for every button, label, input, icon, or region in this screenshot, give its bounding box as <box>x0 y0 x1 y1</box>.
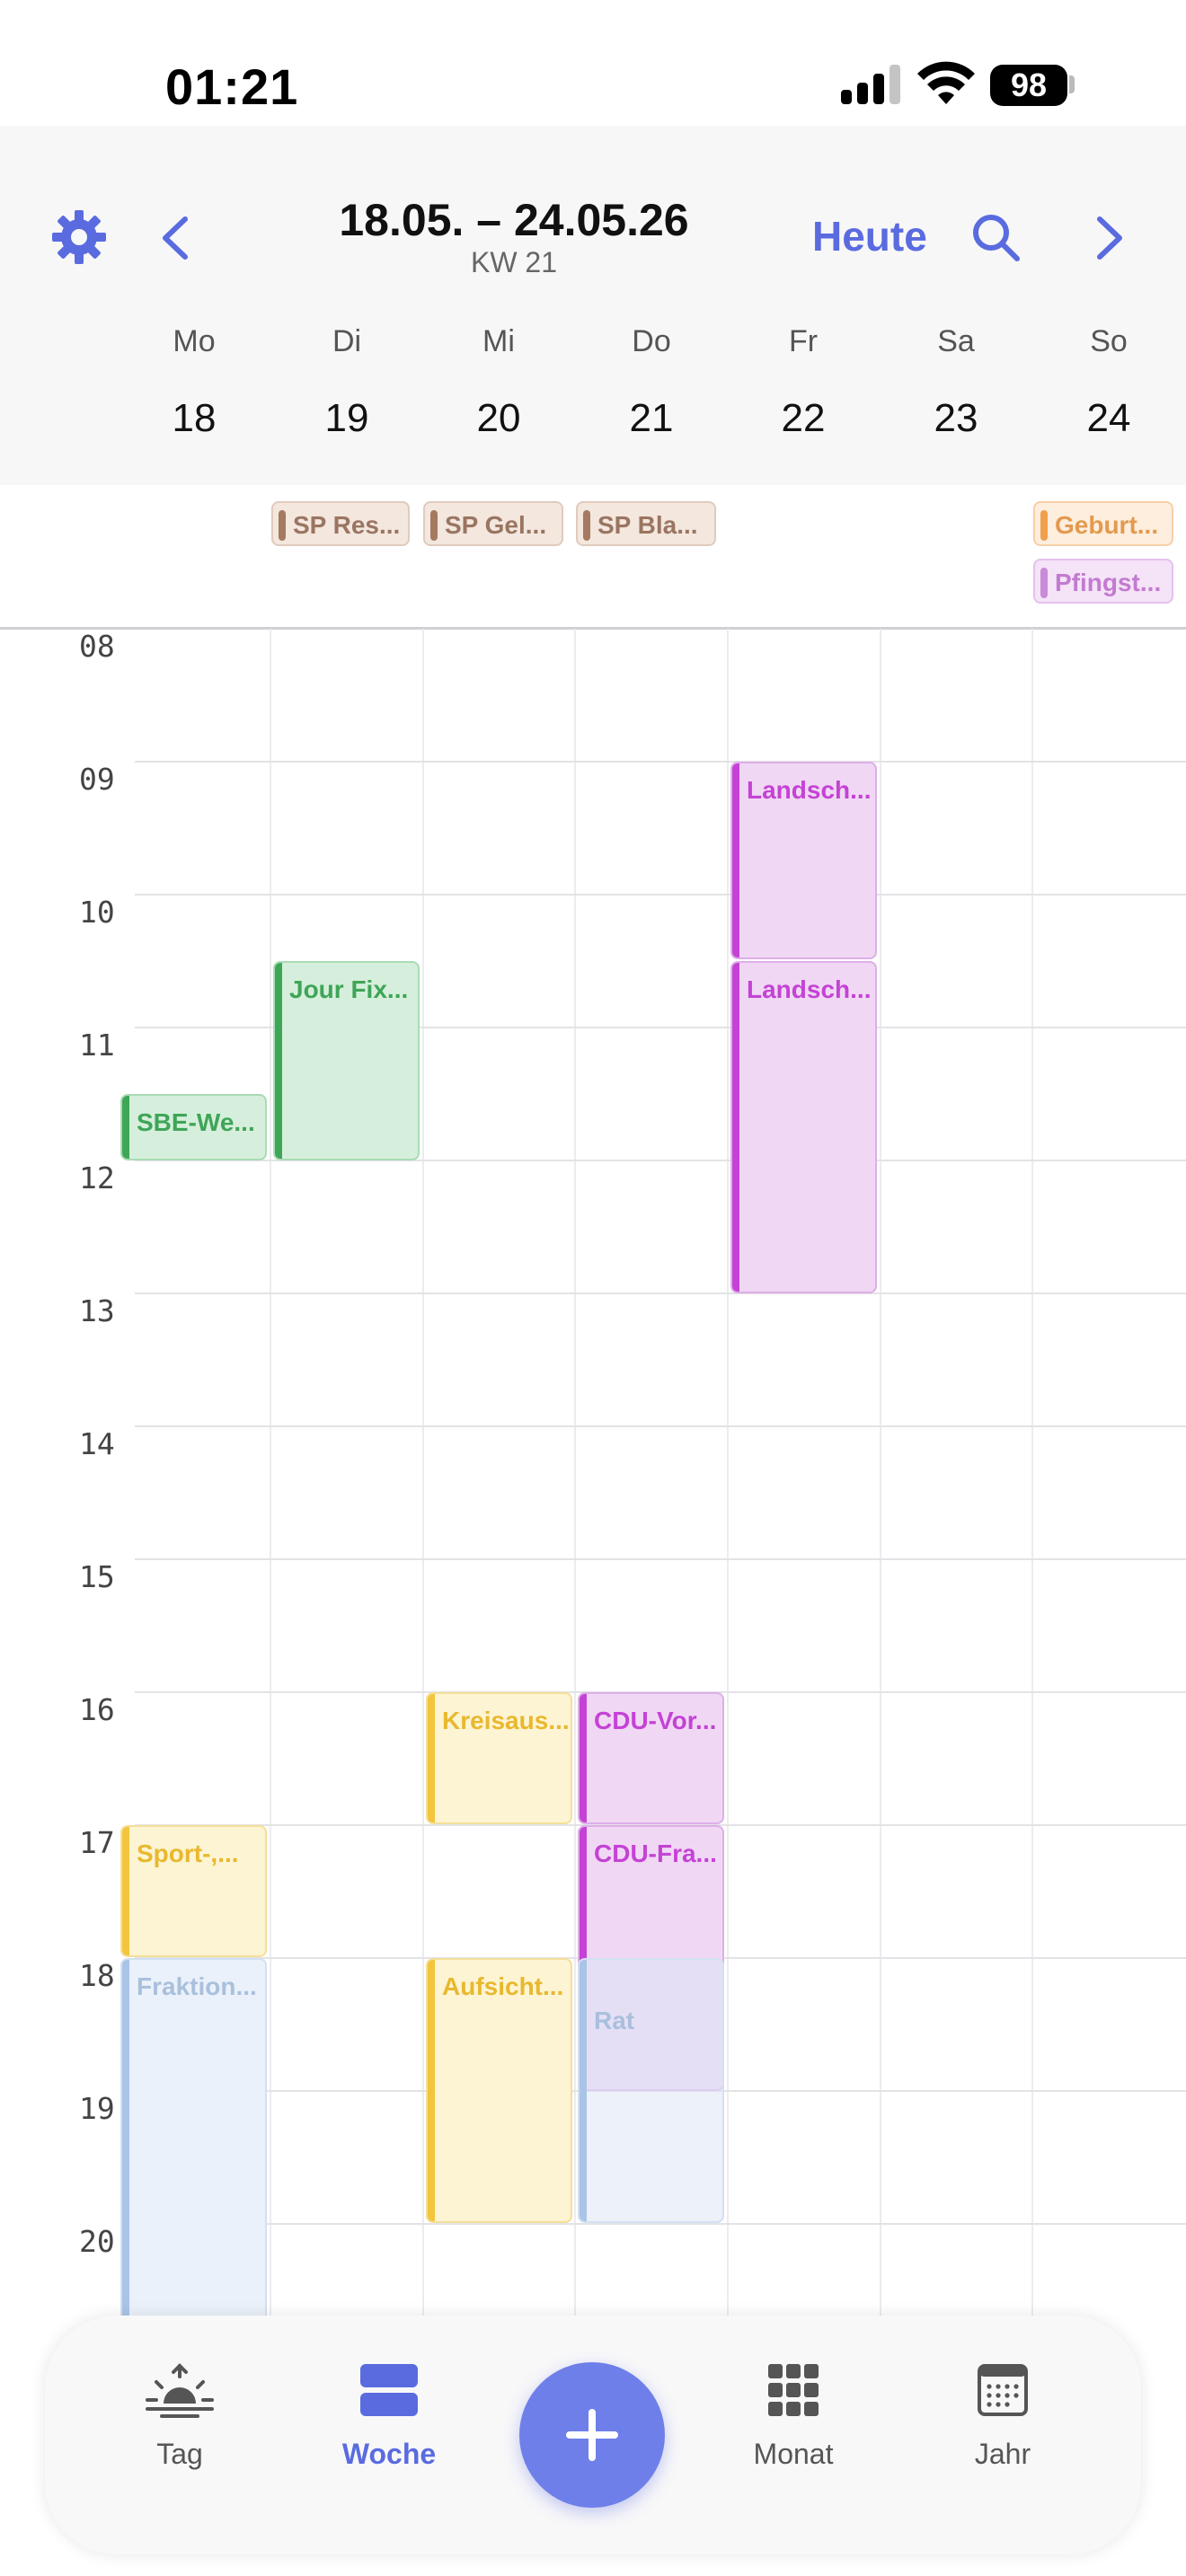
day-separator <box>1031 629 1033 2367</box>
weekday-name: Mi <box>482 324 515 358</box>
day-number: 24 <box>1086 396 1131 440</box>
calendar-event[interactable]: Fraktion... <box>120 1958 267 2353</box>
weekday-name: Di <box>332 324 362 358</box>
day-number: 22 <box>781 396 826 440</box>
add-event-button[interactable] <box>519 2362 665 2508</box>
calendar-event[interactable]: Sport-,... <box>120 1825 267 1957</box>
week-date-range: 18.05. – 24.05.26 <box>339 195 689 245</box>
calendar-event[interactable]: Landsch... <box>730 762 877 959</box>
tab-week[interactable]: Woche <box>308 2316 470 2554</box>
tab-day[interactable]: Tag <box>99 2316 261 2554</box>
calendar-event[interactable]: SBE-We... <box>120 1094 267 1160</box>
plus-icon-stroke <box>589 2409 596 2461</box>
hour-line <box>135 761 1186 763</box>
calendar-event[interactable]: Landsch... <box>730 961 877 1293</box>
calendar-event[interactable]: Aufsicht... <box>426 1958 572 2223</box>
calendar-event[interactable]: Rat <box>578 1958 724 2223</box>
hour-label: 11 <box>79 1028 115 1063</box>
calendar-header: 18.05. – 24.05.26 KW 21 Heute <box>0 126 1186 310</box>
day-number: 21 <box>629 396 674 440</box>
week-rows-icon <box>360 2364 418 2416</box>
cellular-signal-icon <box>841 65 902 104</box>
weekday-header-row: Mo 18 Di 19 Mi 20 Do 21 Fr 22 Sa 23 So 2… <box>0 310 1186 485</box>
wifi-icon <box>917 61 975 104</box>
weekday-name: Mo <box>173 324 216 358</box>
day-separator <box>880 629 881 2367</box>
status-bar: 01:21 98 <box>0 0 1186 126</box>
day-number: 23 <box>934 396 978 440</box>
day-separator <box>574 629 576 2367</box>
day-separator <box>727 629 729 2367</box>
hour-line <box>135 1425 1186 1427</box>
battery-tip <box>1069 75 1075 93</box>
weekday-name: Sa <box>937 324 975 358</box>
weekday-name: So <box>1090 324 1128 358</box>
calendar-event[interactable]: Kreisaus... <box>426 1692 572 1824</box>
day-number: 18 <box>172 396 217 440</box>
calendar-event[interactable]: Jour Fix... <box>273 961 420 1160</box>
day-number: 20 <box>476 396 521 440</box>
all-day-events-row: SP Res... SP Gel... SP Bla... Geburt... … <box>0 485 1186 627</box>
calendar-week-number: KW 21 <box>470 246 558 278</box>
tab-month[interactable]: Monat <box>712 2316 874 2554</box>
month-grid-icon <box>768 2364 819 2416</box>
day-separator <box>422 629 424 2367</box>
tab-label: Woche <box>341 2438 437 2470</box>
search-icon[interactable] <box>970 212 1021 262</box>
day-separator <box>270 629 271 2367</box>
sunrise-icon <box>146 2363 214 2418</box>
tab-label: Monat <box>753 2438 834 2470</box>
hour-line <box>135 1558 1186 1560</box>
hour-line <box>135 894 1186 895</box>
hour-label: 10 <box>79 895 115 930</box>
weekday-name: Fr <box>788 324 819 358</box>
next-week-chevron-icon[interactable] <box>1089 214 1128 262</box>
all-day-event[interactable]: Pfingst... <box>1033 559 1173 604</box>
hour-label: 13 <box>79 1293 115 1328</box>
hour-label: 16 <box>79 1692 115 1727</box>
today-button[interactable]: Heute <box>812 212 927 260</box>
hour-line <box>135 1292 1186 1294</box>
previous-week-chevron-icon[interactable] <box>156 214 196 262</box>
battery-level: 98 <box>990 65 1067 106</box>
tab-label: Jahr <box>974 2438 1031 2470</box>
all-day-event[interactable]: Geburt... <box>1033 501 1173 546</box>
hour-line <box>135 2223 1186 2225</box>
all-day-event[interactable]: SP Gel... <box>423 501 563 546</box>
status-time: 01:21 <box>165 58 299 115</box>
calendar-event[interactable]: CDU-Vor... <box>578 1692 724 1824</box>
all-day-event[interactable]: SP Bla... <box>576 501 716 546</box>
all-day-event[interactable]: SP Res... <box>271 501 410 546</box>
week-time-grid: 08 09 10 11 12 13 14 15 16 17 18 19 20 L… <box>0 629 1186 2367</box>
day-number: 19 <box>324 396 369 440</box>
hour-label: 12 <box>79 1160 115 1195</box>
hour-label: 08 <box>79 629 115 664</box>
settings-gear-icon[interactable] <box>50 208 108 266</box>
tab-label: Tag <box>156 2438 203 2470</box>
hour-label: 14 <box>79 1426 115 1461</box>
calendar-year-icon <box>978 2364 1028 2416</box>
hour-label: 15 <box>79 1559 115 1594</box>
tab-year[interactable]: Jahr <box>922 2316 1084 2554</box>
hour-label: 09 <box>79 762 115 797</box>
weekday-name: Do <box>632 324 671 358</box>
